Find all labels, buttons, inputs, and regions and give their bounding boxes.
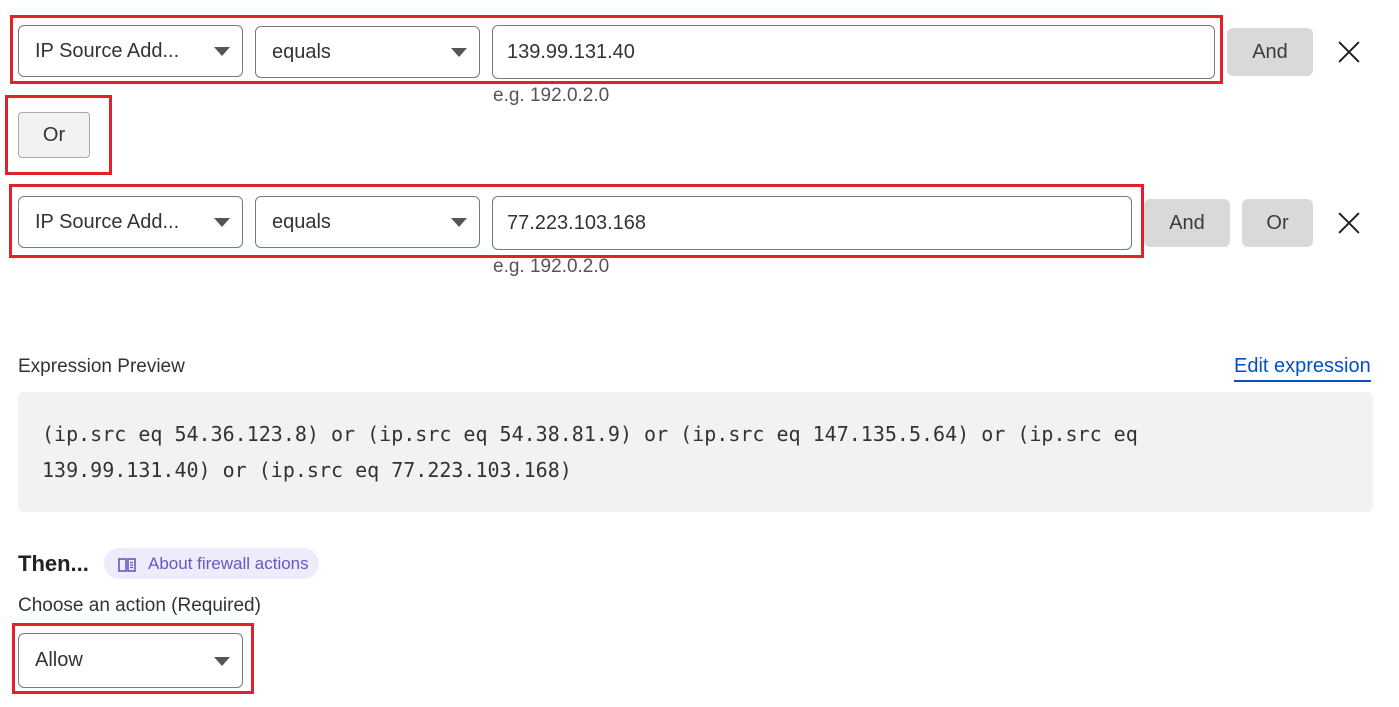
about-firewall-actions-label: About firewall actions [148, 553, 309, 573]
action-select[interactable]: Allow [18, 633, 243, 688]
or-button-row-2[interactable]: Or [1242, 199, 1313, 247]
operator-select-row-1[interactable]: equals [255, 26, 480, 78]
operator-select-value: equals [272, 40, 331, 63]
value-input-row-1[interactable]: 139.99.131.40 [492, 25, 1215, 79]
chevron-down-icon [451, 48, 467, 57]
action-select-value: Allow [35, 649, 83, 671]
and-button-row-2[interactable]: And [1144, 199, 1230, 247]
or-button[interactable]: Or [18, 112, 90, 158]
remove-row-1-close-icon[interactable] [1337, 40, 1361, 64]
value-hint-row-1: e.g. 192.0.2.0 [493, 85, 610, 106]
chevron-down-icon [214, 656, 230, 666]
value-input-text: 139.99.131.40 [507, 40, 635, 63]
value-hint-row-2: e.g. 192.0.2.0 [493, 256, 610, 277]
field-select-value: IP Source Add... [35, 39, 180, 62]
remove-row-2-close-icon[interactable] [1337, 211, 1361, 235]
field-select-row-1[interactable]: IP Source Add... [18, 25, 243, 77]
expression-preview-label: Expression Preview [18, 356, 185, 377]
about-firewall-actions-link[interactable]: About firewall actions [104, 548, 319, 579]
chevron-down-icon [214, 218, 230, 227]
value-input-row-2[interactable]: 77.223.103.168 [492, 196, 1132, 250]
expression-preview-code: (ip.src eq 54.36.123.8) or (ip.src eq 54… [18, 392, 1373, 512]
chevron-down-icon [451, 218, 467, 227]
then-heading: Then... [18, 551, 89, 576]
operator-select-row-2[interactable]: equals [255, 196, 480, 248]
operator-select-value: equals [272, 210, 331, 233]
and-button-row-1[interactable]: And [1227, 28, 1313, 76]
field-select-value: IP Source Add... [35, 210, 180, 233]
book-icon [118, 557, 136, 572]
field-select-row-2[interactable]: IP Source Add... [18, 196, 243, 248]
value-input-text: 77.223.103.168 [507, 211, 647, 234]
choose-action-label: Choose an action (Required) [18, 595, 261, 616]
chevron-down-icon [214, 47, 230, 56]
edit-expression-link[interactable]: Edit expression [1234, 355, 1371, 382]
